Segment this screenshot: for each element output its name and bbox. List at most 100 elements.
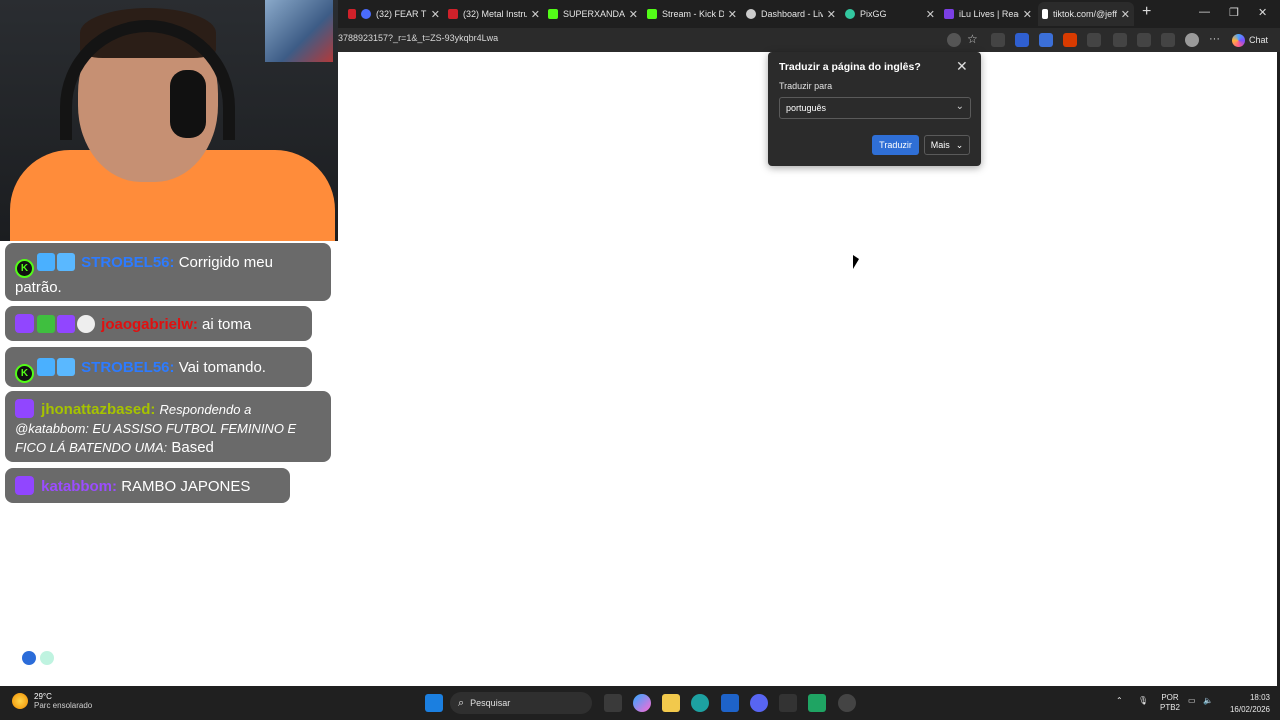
close-tab-icon[interactable]: ✕ [629,8,638,21]
restore-icon[interactable]: ❐ [1229,6,1239,19]
search-placeholder: Pesquisar [470,698,511,708]
tray-expand-icon[interactable]: ⌃ [1116,696,1123,705]
copilot-chat-button[interactable]: Chat [1232,32,1268,48]
tab-favicon-icon [448,9,458,19]
kick-badge-icon: K [15,364,34,383]
more-button[interactable]: Mais ⌄ [924,135,970,155]
mouse-cursor-icon [853,255,859,269]
headphone-earcup [170,70,206,138]
skull-badge-icon [77,315,95,333]
favorite-star-icon[interactable]: ☆ [967,32,981,46]
copilot-icon [1232,33,1245,47]
pixgg-favicon-icon [845,9,855,19]
browser-tab[interactable]: SUPERXANDAO S ✕ [548,4,638,24]
chat-message: K STROBEL56: Vai tomando. [5,347,312,387]
epic-games-icon[interactable] [779,694,797,712]
close-tab-icon[interactable]: ✕ [1121,8,1130,21]
close-tab-icon[interactable]: ✕ [431,8,440,21]
edge-icon[interactable] [691,694,709,712]
tab-title: Dashboard - Live [761,9,823,19]
windows-start-icon[interactable] [425,694,443,712]
app-icon[interactable] [808,694,826,712]
network-icon[interactable]: ▭ [1188,696,1196,705]
twitch-badge-icon [15,476,34,495]
file-explorer-icon[interactable] [662,694,680,712]
close-tab-icon[interactable]: ✕ [827,8,836,21]
browser-tab[interactable]: (32) Metal Instrum ✕ [448,4,540,24]
close-tab-icon[interactable]: ✕ [728,8,737,21]
lang-code: POR [1161,693,1179,702]
close-tab-icon[interactable]: ✕ [1023,8,1032,21]
language-indicator[interactable]: POR PTB2 [1160,693,1180,713]
chat-username: STROBEL56: [81,359,175,376]
browser-tab[interactable]: iLu Lives | React ✕ [944,4,1032,24]
favorites-icon[interactable] [1137,33,1151,47]
close-tab-icon[interactable]: ✕ [531,8,540,21]
weather-sun-icon [12,693,28,709]
star-badge-icon [57,315,75,333]
extensions-puzzle-icon[interactable] [1087,33,1101,47]
browser-tab[interactable]: Stream - Kick Das ✕ [647,4,737,24]
tab-title: Stream - Kick Das [662,9,724,19]
floating-widget[interactable] [22,651,54,665]
minimize-icon[interactable]: — [1199,6,1210,18]
tab-title: (32) Metal Instrum [463,9,527,19]
browser-tab[interactable]: (32) FEAR TH ✕ [348,4,440,24]
search-icon: ⌕ [458,696,465,709]
tab-favicon-icon [348,9,356,19]
keyboard-layout: PTB2 [1160,703,1181,712]
obs-icon[interactable] [838,694,856,712]
translate-button[interactable]: Traduzir [872,135,919,155]
popup-title: Traduzir a página do inglês? [779,61,921,73]
play-widget-icon[interactable] [22,651,36,665]
browser-tab-active[interactable]: tiktok.com/@jeff ✕ [1038,2,1134,26]
close-popup-icon[interactable]: ✕ [956,58,968,75]
more-button-label: Mais [930,140,950,150]
browser-tab[interactable]: PixGG ✕ [845,4,935,24]
store-icon[interactable] [721,694,739,712]
kick-badge-icon: K [15,259,34,278]
profile-avatar-icon[interactable] [1185,33,1199,47]
power-widget-icon[interactable] [40,651,54,665]
system-clock[interactable]: 18:03 16/02/2026 [1224,692,1270,716]
windows-taskbar: 29°C Parc ensolarado ⌕ Pesquisar ⌃ 🎙 POR… [0,686,1280,720]
chat-message: jhonattazbased: Respondendo a @katabbom:… [5,391,331,462]
shield-icon[interactable] [1015,33,1029,47]
clock-date: 16/02/2026 [1229,705,1270,714]
more-menu-icon[interactable]: ··· [1209,33,1223,47]
tab-title: iLu Lives | React [959,9,1019,19]
download-icon[interactable] [1161,33,1175,47]
url-field[interactable]: 3788923157?_r=1&_t=ZS-93ykqbr4Lwa [338,33,498,43]
copilot-icon[interactable] [633,694,651,712]
office-icon[interactable] [1063,33,1077,47]
weather-desc: Parc ensolarado [34,701,93,710]
webcam-overlay [0,0,338,241]
tab-title: (32) FEAR TH [376,9,427,19]
weather-widget[interactable]: 29°C Parc ensolarado [12,692,92,710]
chat-username: joaogabrielw: [101,316,198,333]
target-language-label: Traduzir para [779,81,833,91]
tab-title: tiktok.com/@jeff [1053,9,1117,19]
split-screen-icon[interactable] [1113,33,1127,47]
translate-icon[interactable] [947,33,961,47]
chat-button-label: Chat [1249,35,1269,45]
microphone-icon[interactable]: 🎙 [1138,696,1148,705]
translate-ext-icon[interactable] [1039,33,1053,47]
taskbar-search[interactable]: ⌕ Pesquisar [450,692,592,714]
target-language-select[interactable]: português ⌄ [779,97,971,119]
discord-icon[interactable] [750,694,768,712]
task-view-icon[interactable] [604,694,622,712]
chat-username: katabbom: [41,478,118,495]
record-icon [361,9,371,19]
extension-icon[interactable] [991,33,1005,47]
chevron-down-icon: ⌄ [955,101,964,112]
close-window-icon[interactable]: ✕ [1258,6,1267,19]
twitch-badge-icon [15,314,34,333]
chat-text: Based [171,439,214,456]
close-tab-icon[interactable]: ✕ [926,8,935,21]
selected-language: português [786,103,827,113]
kick-favicon-icon [647,9,657,19]
volume-icon[interactable]: 🔈 [1203,696,1213,705]
browser-tab[interactable]: Dashboard - Live ✕ [746,4,836,24]
new-tab-button[interactable]: + [1142,3,1151,21]
